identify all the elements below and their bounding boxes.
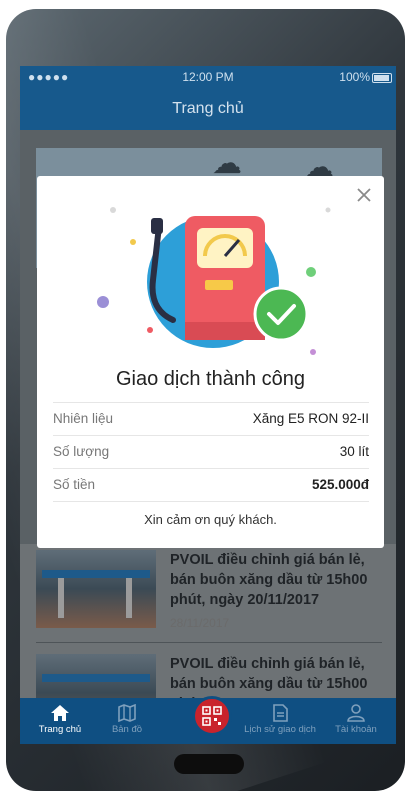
user-icon <box>347 704 365 722</box>
tab-label: Tài khoản <box>335 724 377 735</box>
tab-account[interactable]: Tài khoản <box>324 698 388 744</box>
detail-value: 30 lít <box>339 444 369 459</box>
news-thumbnail <box>36 550 156 628</box>
success-dialog: Giao dịch thành công Nhiên liệu Xăng E5 … <box>37 176 384 548</box>
detail-value: 525.000đ <box>311 477 369 492</box>
detail-label: Số tiền <box>53 477 96 492</box>
tab-map[interactable]: Bản đồ <box>102 698 152 744</box>
tab-label: Lịch sử giao dịch <box>244 724 316 735</box>
detail-row-amount: Số tiền 525.000đ <box>53 468 369 502</box>
thank-you-message: Xin cảm ơn quý khách. <box>144 512 277 527</box>
detail-value: Xăng E5 RON 92-II <box>252 411 369 426</box>
page: ●●●●● 12:00 PM 100% Trang chủ ☁ ☁ PVOIL … <box>0 0 414 799</box>
page-title: Trang chủ <box>20 88 396 130</box>
qr-scan-button[interactable] <box>192 696 232 736</box>
map-icon <box>118 704 136 722</box>
news-title: PVOIL điều chỉnh giá bán lẻ, bán buôn xă… <box>170 552 368 608</box>
qr-code-icon <box>202 706 222 726</box>
detail-label: Số lượng <box>53 444 110 459</box>
document-icon <box>273 704 288 722</box>
home-icon <box>51 705 69 721</box>
news-date: 28/11/2017 <box>170 616 230 630</box>
close-button[interactable] <box>353 184 375 206</box>
tab-label: Trang chủ <box>38 724 82 735</box>
divider <box>36 642 382 643</box>
home-indicator <box>174 754 244 774</box>
fuel-pump-success-icon <box>97 207 331 355</box>
tab-transaction-history[interactable]: Lịch sử giao dịch <box>238 698 322 744</box>
transaction-details: Nhiên liệu Xăng E5 RON 92-II Số lượng 30… <box>53 402 369 502</box>
bottom-tab-bar: Trang chủ Bản đồ Lịch sử giao dịch Tài k… <box>20 696 396 744</box>
tab-label: Bản đồ <box>111 724 143 735</box>
battery-icon <box>372 73 392 83</box>
dialog-title: Giao dịch thành công <box>115 368 306 390</box>
detail-row-quantity: Số lượng 30 lít <box>53 435 369 468</box>
battery-percent: 100% <box>339 70 370 84</box>
status-bar: ●●●●● 12:00 PM 100% <box>20 66 396 88</box>
news-item[interactable]: PVOIL điều chỉnh giá bán lẻ, bán buôn xă… <box>36 550 382 630</box>
detail-label: Nhiên liệu <box>53 411 114 426</box>
tab-home[interactable]: Trang chủ <box>30 698 90 744</box>
detail-row-fuel: Nhiên liệu Xăng E5 RON 92-II <box>53 402 369 435</box>
close-icon <box>357 188 371 202</box>
